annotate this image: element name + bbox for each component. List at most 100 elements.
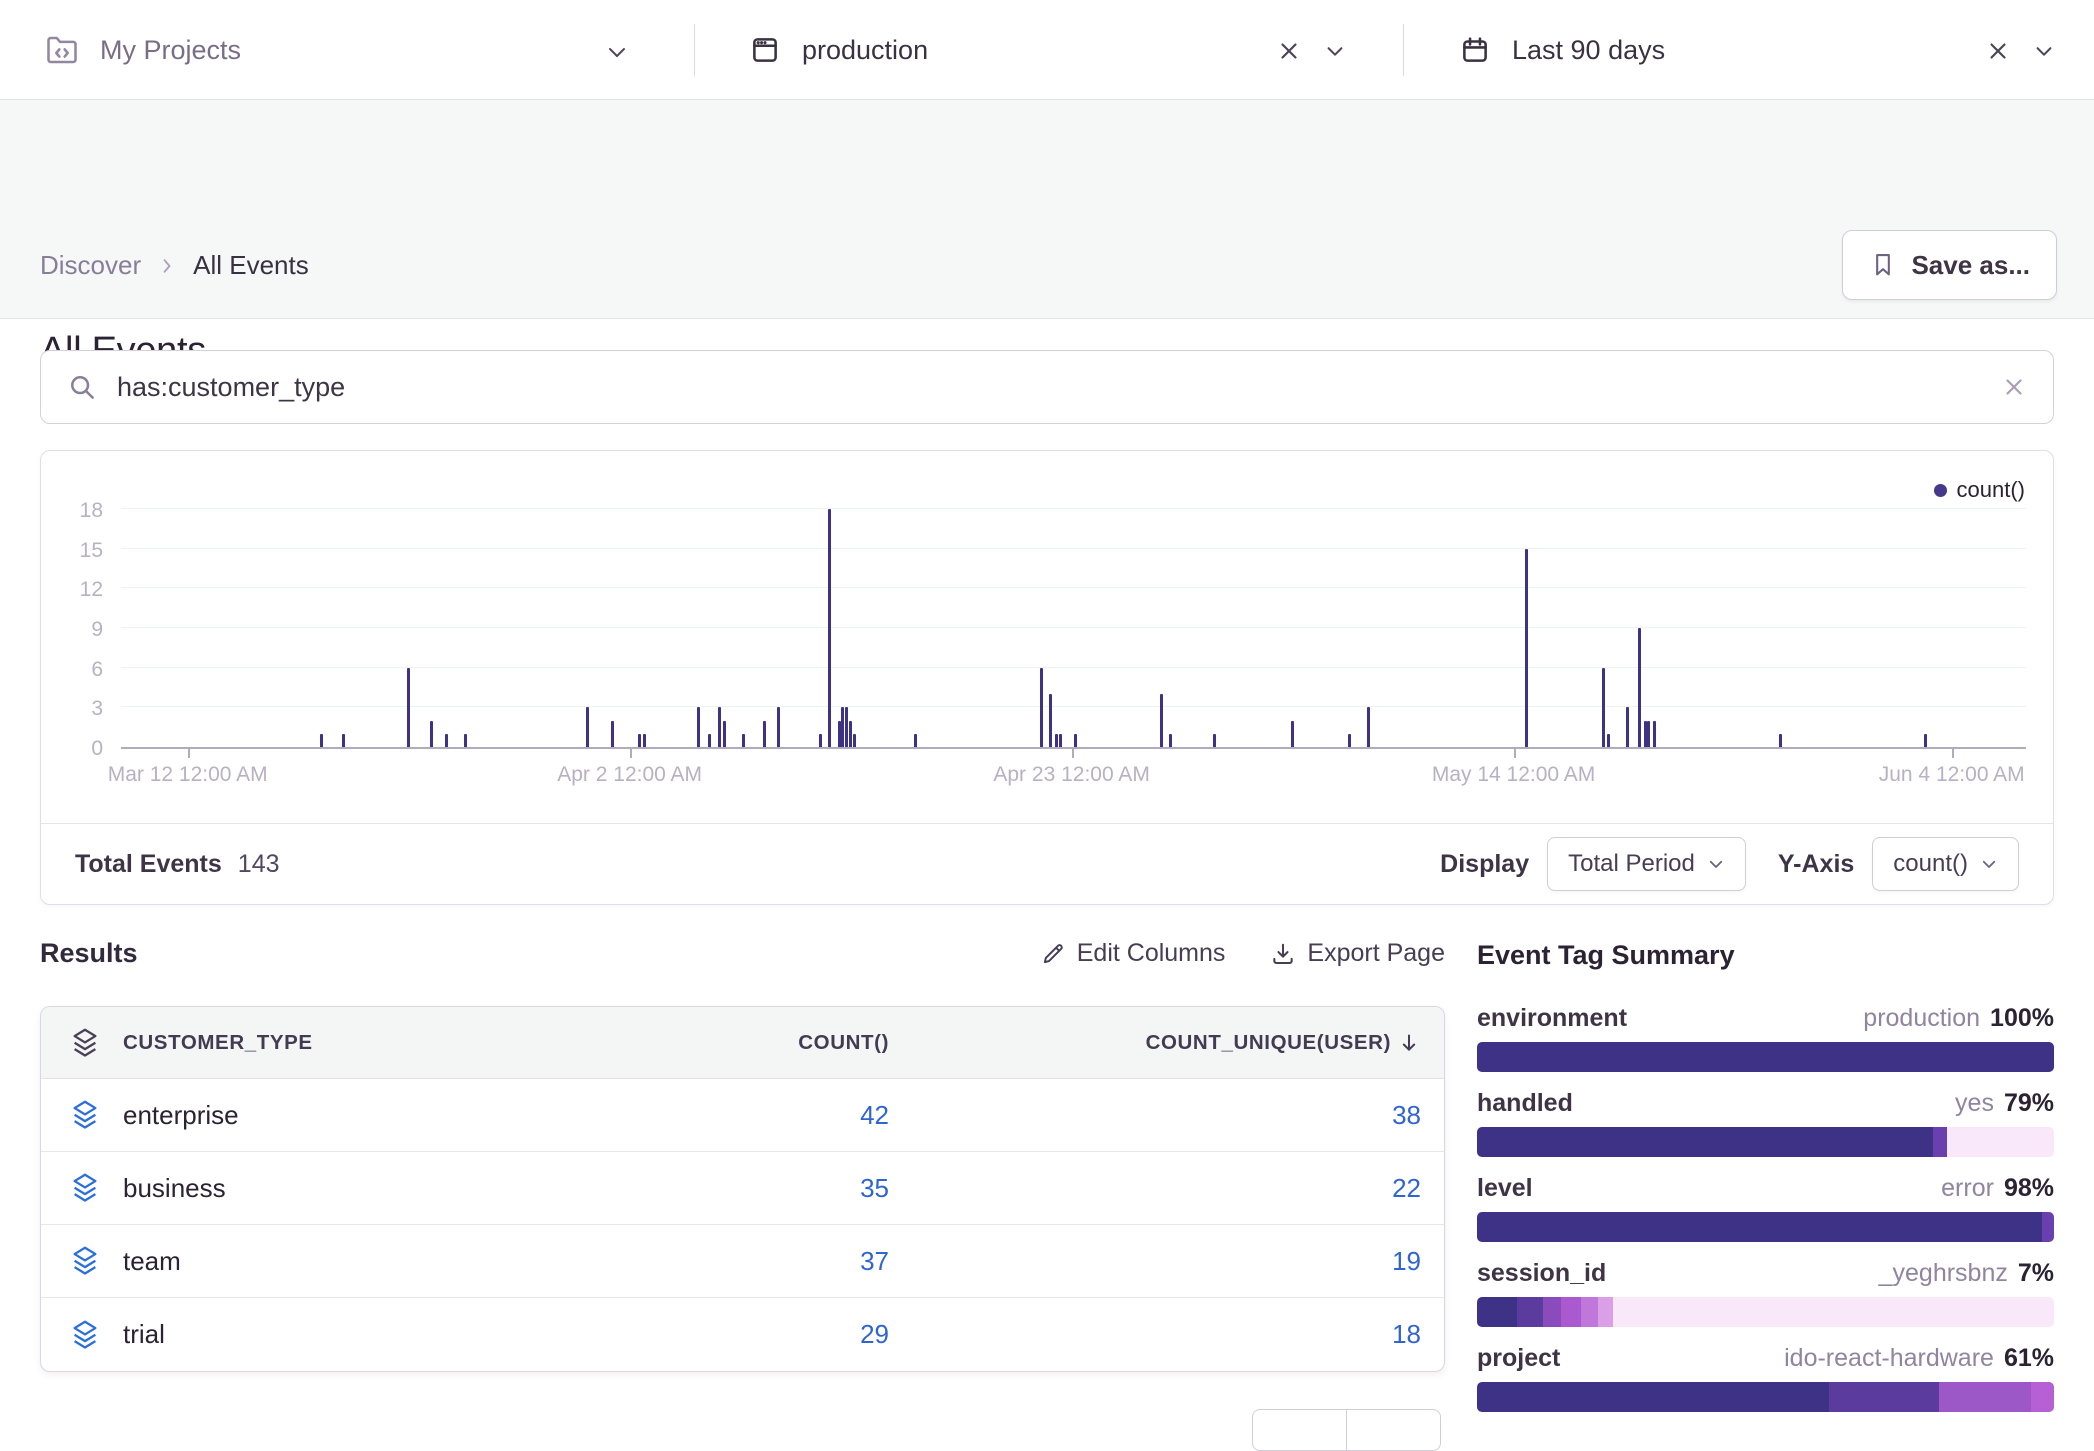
- event-tag-summary: Event Tag Summary environmentproduction1…: [1477, 940, 2054, 1428]
- tag-bar-segment: [1477, 1127, 1933, 1157]
- total-events-label: Total Events: [75, 850, 222, 879]
- save-as-button[interactable]: Save as...: [1842, 230, 2057, 300]
- chart-gridline: [121, 587, 2026, 588]
- save-as-label: Save as...: [1911, 250, 2030, 281]
- chart-bar: [777, 707, 780, 747]
- tag-label-row: projectido-react-hardware61%: [1477, 1343, 2054, 1373]
- x-axis-tick: [1072, 749, 1074, 758]
- cell-customer-type: enterprise: [41, 1100, 594, 1131]
- column-count-unique-user[interactable]: COUNT_UNIQUE(USER): [1146, 1031, 1391, 1055]
- tag-bar-segment: [1561, 1297, 1581, 1327]
- tag-top-value: ido-react-hardware: [1784, 1344, 1994, 1373]
- cell-count-unique: 22: [914, 1173, 1445, 1204]
- layers-icon: [71, 1320, 99, 1350]
- tag-label-row: level error98%: [1477, 1173, 2054, 1203]
- date-chevron-down-icon[interactable]: [2033, 40, 2055, 62]
- total-events-value: 143: [238, 850, 280, 879]
- events-chart-panel: count() 0369121518Mar 12 12:00 AMApr 2 1…: [40, 450, 2054, 905]
- count-link[interactable]: 29: [860, 1319, 889, 1350]
- results-header: Results Edit Columns Export Page: [40, 938, 1445, 969]
- tag-top-value-group: yes79%: [1955, 1089, 2054, 1118]
- tag-top-value: yes: [1955, 1089, 1994, 1118]
- bookmark-icon: [1869, 251, 1897, 279]
- tag-bar-segment: [1477, 1382, 1829, 1412]
- legend-label: count(): [1957, 477, 2025, 503]
- tag-top-value-group: error98%: [1941, 1174, 2054, 1203]
- tag-row-environment: environmentproduction100%: [1477, 1003, 2054, 1072]
- edit-columns-button[interactable]: Edit Columns: [1040, 939, 1226, 968]
- export-page-button[interactable]: Export Page: [1270, 939, 1445, 968]
- count-unique-link[interactable]: 22: [1392, 1173, 1421, 1204]
- edit-columns-label: Edit Columns: [1077, 939, 1226, 968]
- count-unique-link[interactable]: 38: [1392, 1100, 1421, 1131]
- chevron-down-icon: [1707, 855, 1725, 873]
- table-row: business 35 22: [41, 1152, 1444, 1225]
- breadcrumb-discover-link[interactable]: Discover: [40, 250, 141, 281]
- tag-bar-segment: [1939, 1382, 2031, 1412]
- tag-percent: 100%: [1990, 1004, 2054, 1033]
- x-axis-tick-label: Mar 12 12:00 AM: [108, 763, 268, 787]
- download-icon: [1270, 941, 1296, 967]
- tag-top-value: _yeghrsbnz: [1879, 1259, 2008, 1288]
- tag-top-value-group: ido-react-hardware 61%: [1784, 1344, 2054, 1373]
- tag-bar-segment: [1947, 1127, 2054, 1157]
- count-link[interactable]: 35: [860, 1173, 889, 1204]
- tag-bar-segment: [1581, 1297, 1598, 1327]
- cell-customer-type: trial: [41, 1319, 594, 1350]
- tag-row-project: projectido-react-hardware61%: [1477, 1343, 2054, 1412]
- count-unique-link[interactable]: 19: [1392, 1246, 1421, 1277]
- chart-bar: [445, 734, 448, 747]
- x-axis-tick: [630, 749, 632, 758]
- chart-bar: [1626, 707, 1629, 747]
- cell-count: 42: [594, 1100, 914, 1131]
- pagination-next-button[interactable]: [1346, 1409, 1441, 1451]
- results-table: CUSTOMER_TYPE COUNT() COUNT_UNIQUE(USER)…: [40, 1006, 1445, 1372]
- chart-bar: [1074, 734, 1077, 747]
- count-unique-link[interactable]: 18: [1392, 1319, 1421, 1350]
- chart-legend: count(): [1934, 477, 2025, 503]
- y-axis-tick-label: 3: [45, 697, 103, 721]
- tag-bar-segment: [1933, 1127, 1947, 1157]
- count-link[interactable]: 37: [860, 1246, 889, 1277]
- chart-gridline: [121, 548, 2026, 549]
- tag-distribution-bar[interactable]: [1477, 1042, 2054, 1072]
- project-selector[interactable]: My Projects: [0, 0, 694, 100]
- y-axis-tick-label: 18: [45, 499, 103, 523]
- y-axis-tick-label: 0: [45, 737, 103, 761]
- project-chevron-down-icon[interactable]: [605, 40, 629, 64]
- date-clear-icon[interactable]: [1985, 38, 2011, 64]
- display-label: Display: [1440, 850, 1529, 879]
- column-customer-type[interactable]: CUSTOMER_TYPE: [123, 1031, 313, 1055]
- chart-footer: Total Events 143 Display Total Period Y-…: [41, 823, 2053, 904]
- chart-bar: [742, 734, 745, 747]
- x-axis-tick: [1952, 749, 1954, 758]
- search-input[interactable]: [117, 372, 1981, 403]
- cell-customer-type: business: [41, 1173, 594, 1204]
- breadcrumb: Discover All Events: [40, 250, 309, 281]
- y-axis-dropdown[interactable]: count(): [1872, 837, 2019, 891]
- results-title: Results: [40, 938, 138, 969]
- tag-bar-segment: [1477, 1297, 1517, 1327]
- table-row: team3719: [41, 1225, 1444, 1298]
- chart-gridline: [121, 627, 2026, 628]
- tag-distribution-bar[interactable]: [1477, 1297, 2054, 1327]
- tag-percent: 61%: [2004, 1344, 2054, 1373]
- tag-distribution-bar[interactable]: [1477, 1212, 2054, 1242]
- pagination: [1252, 1409, 1441, 1451]
- pagination-previous-button[interactable]: [1252, 1409, 1347, 1451]
- customer-type-value: business: [123, 1173, 226, 1204]
- tag-label-row: environmentproduction100%: [1477, 1003, 2054, 1033]
- y-axis-tick-label: 12: [45, 578, 103, 602]
- tag-distribution-bar[interactable]: [1477, 1382, 2054, 1412]
- count-link[interactable]: 42: [860, 1100, 889, 1131]
- display-dropdown[interactable]: Total Period: [1547, 837, 1746, 891]
- tag-name: level: [1477, 1174, 1533, 1203]
- window-icon: [748, 33, 782, 67]
- environment-chevron-down-icon[interactable]: [1324, 40, 1346, 62]
- environment-clear-icon[interactable]: [1276, 38, 1302, 64]
- column-count[interactable]: COUNT(): [798, 1031, 889, 1055]
- tag-percent: 7%: [2018, 1259, 2054, 1288]
- search-clear-icon[interactable]: [2001, 374, 2027, 400]
- search-icon: [67, 372, 97, 402]
- tag-distribution-bar[interactable]: [1477, 1127, 2054, 1157]
